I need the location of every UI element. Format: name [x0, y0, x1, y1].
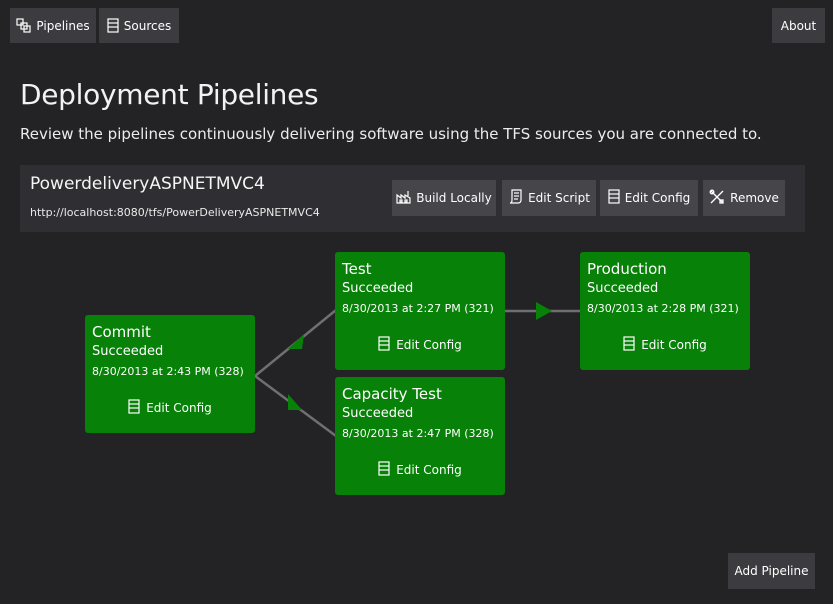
server-icon — [378, 336, 390, 354]
stage-edit-config-link[interactable]: Edit Config — [335, 461, 505, 479]
stage-name: Production — [587, 260, 667, 278]
stage-status: Succeeded — [587, 281, 659, 296]
stage-edit-label: Edit Config — [396, 463, 462, 477]
stage-edit-config-link[interactable]: Edit Config — [335, 336, 505, 354]
add-pipeline-button[interactable]: Add Pipeline — [728, 553, 815, 589]
server-icon — [378, 461, 390, 479]
arrow-commit-capacity — [288, 394, 302, 410]
stage-time: 8/30/2013 at 2:43 PM (328) — [92, 365, 244, 378]
stage-commit[interactable]: Commit Succeeded 8/30/2013 at 2:43 PM (3… — [85, 315, 255, 433]
stage-edit-label: Edit Config — [146, 401, 212, 415]
stage-test[interactable]: Test Succeeded 8/30/2013 at 2:27 PM (321… — [335, 252, 505, 370]
server-icon — [128, 399, 140, 417]
stage-time: 8/30/2013 at 2:28 PM (321) — [587, 302, 739, 315]
stage-edit-label: Edit Config — [396, 338, 462, 352]
server-icon — [623, 336, 635, 354]
stage-edit-config-link[interactable]: Edit Config — [580, 336, 750, 354]
stage-status: Succeeded — [342, 281, 414, 296]
stage-production[interactable]: Production Succeeded 8/30/2013 at 2:28 P… — [580, 252, 750, 370]
stage-edit-label: Edit Config — [641, 338, 707, 352]
stage-status: Succeeded — [342, 406, 414, 421]
add-pipeline-label: Add Pipeline — [734, 564, 809, 578]
arrow-test-production — [536, 302, 552, 320]
stage-time: 8/30/2013 at 2:27 PM (321) — [342, 302, 494, 315]
stage-edit-config-link[interactable]: Edit Config — [85, 399, 255, 417]
stage-time: 8/30/2013 at 2:47 PM (328) — [342, 427, 494, 440]
stage-name: Capacity Test — [342, 385, 442, 403]
stage-name: Test — [342, 260, 372, 278]
stage-capacity-test[interactable]: Capacity Test Succeeded 8/30/2013 at 2:4… — [335, 377, 505, 495]
stage-status: Succeeded — [92, 344, 164, 359]
stage-name: Commit — [92, 323, 151, 341]
